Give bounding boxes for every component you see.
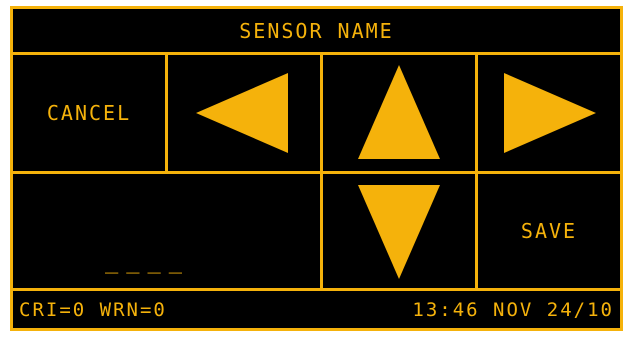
entry-field[interactable]: ____ (13, 174, 320, 288)
left-button[interactable] (168, 55, 320, 171)
right-button[interactable] (478, 55, 620, 171)
arrow-right-icon (504, 73, 596, 153)
save-button[interactable]: SAVE (478, 174, 620, 288)
cancel-button[interactable]: CANCEL (13, 55, 165, 171)
sensor-name-screen: SENSOR NAME CANCEL ____ SAVE CRI=0 WRN=0… (10, 6, 623, 331)
down-button[interactable] (323, 174, 475, 288)
arrow-left-icon (196, 73, 288, 153)
alarm-counts: CRI=0 WRN=0 (19, 298, 167, 321)
date-time: 13:46 NOV 24/10 (412, 298, 614, 321)
page-title: SENSOR NAME (239, 18, 394, 43)
up-button[interactable] (323, 55, 475, 171)
arrow-down-icon (358, 185, 440, 279)
arrow-up-icon (358, 65, 440, 159)
